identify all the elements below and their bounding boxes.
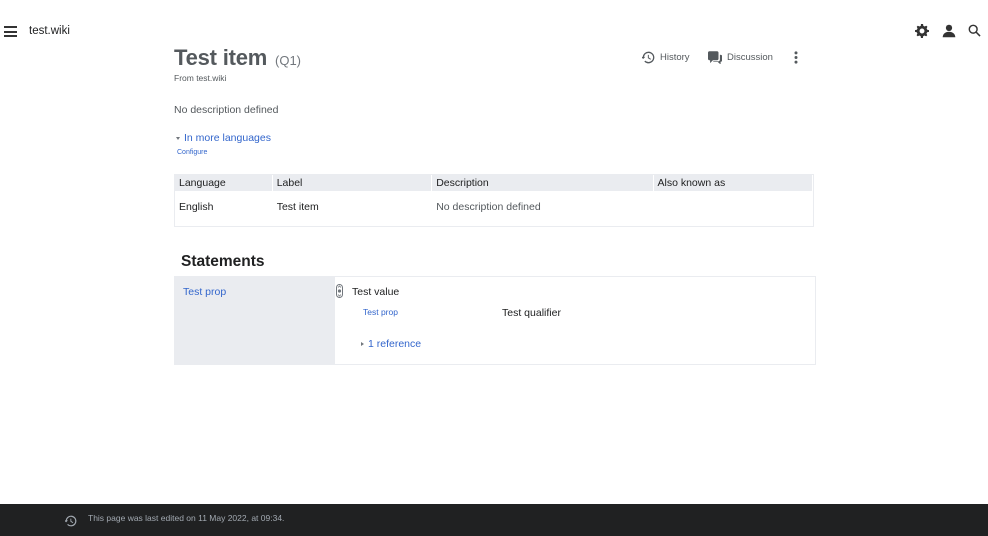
gear-icon[interactable] — [915, 24, 931, 40]
discussion-icon — [708, 50, 722, 64]
column-header-language: Language — [175, 175, 273, 191]
column-header-label: Label — [273, 175, 433, 191]
collapse-triangle-icon — [176, 136, 180, 140]
history-icon — [64, 514, 77, 527]
references-label: 1 reference — [368, 338, 422, 350]
from-site-note: From test.wiki — [174, 73, 227, 83]
more-languages-label: In more languages — [184, 132, 271, 144]
main-content: Test item (Q1) From test.wiki History Di… — [174, 40, 816, 365]
statement-property-cell: Test prop — [175, 277, 335, 364]
footer: This page was last edited on 11 May 2022… — [0, 504, 988, 536]
column-header-description: Description — [432, 175, 654, 191]
statement-value: Test value — [352, 286, 400, 298]
more-options-button[interactable] — [794, 49, 803, 65]
history-icon — [642, 51, 655, 63]
rank-selector-icon[interactable] — [336, 284, 343, 298]
page-title: Test item — [174, 45, 268, 70]
statement-property-link[interactable]: Test prop — [183, 286, 226, 298]
item-id: (Q1) — [275, 53, 301, 68]
qualifier-value: Test qualifier — [502, 307, 561, 319]
cell-label: Test item — [276, 201, 319, 213]
history-button[interactable]: History — [642, 49, 690, 65]
configure-link[interactable]: Configure — [177, 149, 207, 156]
expand-triangle-icon — [361, 342, 364, 346]
statement-value-cell: Test value Test prop Test qualifier 1 re… — [335, 277, 815, 364]
cell-language: English — [179, 201, 214, 213]
history-label: History — [660, 51, 690, 63]
item-description: No description defined — [174, 104, 279, 116]
discussion-button[interactable]: Discussion — [708, 49, 773, 65]
table-row: English Test item No description defined — [175, 191, 813, 226]
page-actions: History Discussion — [642, 49, 812, 65]
languages-table: Language Label Description Also known as… — [174, 174, 814, 227]
statements-heading: Statements — [181, 253, 265, 270]
references-toggle[interactable]: 1 reference — [361, 338, 421, 350]
qualifier-property-link[interactable]: Test prop — [363, 307, 398, 317]
search-icon[interactable] — [968, 24, 984, 40]
more-languages-toggle[interactable]: In more languages — [176, 132, 271, 144]
discussion-label: Discussion — [727, 51, 773, 63]
hamburger-menu-icon[interactable] — [4, 26, 17, 37]
statement-group: Test prop Test value Test prop Test qual… — [174, 276, 816, 365]
site-name-link[interactable]: test.wiki — [29, 25, 70, 37]
user-icon[interactable] — [942, 24, 958, 40]
more-vertical-icon — [794, 50, 798, 64]
last-edited-text: This page was last edited on 11 May 2022… — [88, 513, 285, 523]
cell-aliases — [654, 191, 814, 226]
column-header-aliases: Also known as — [654, 175, 813, 191]
cell-description: No description defined — [436, 201, 541, 213]
languages-table-header: Language Label Description Also known as — [175, 175, 813, 191]
